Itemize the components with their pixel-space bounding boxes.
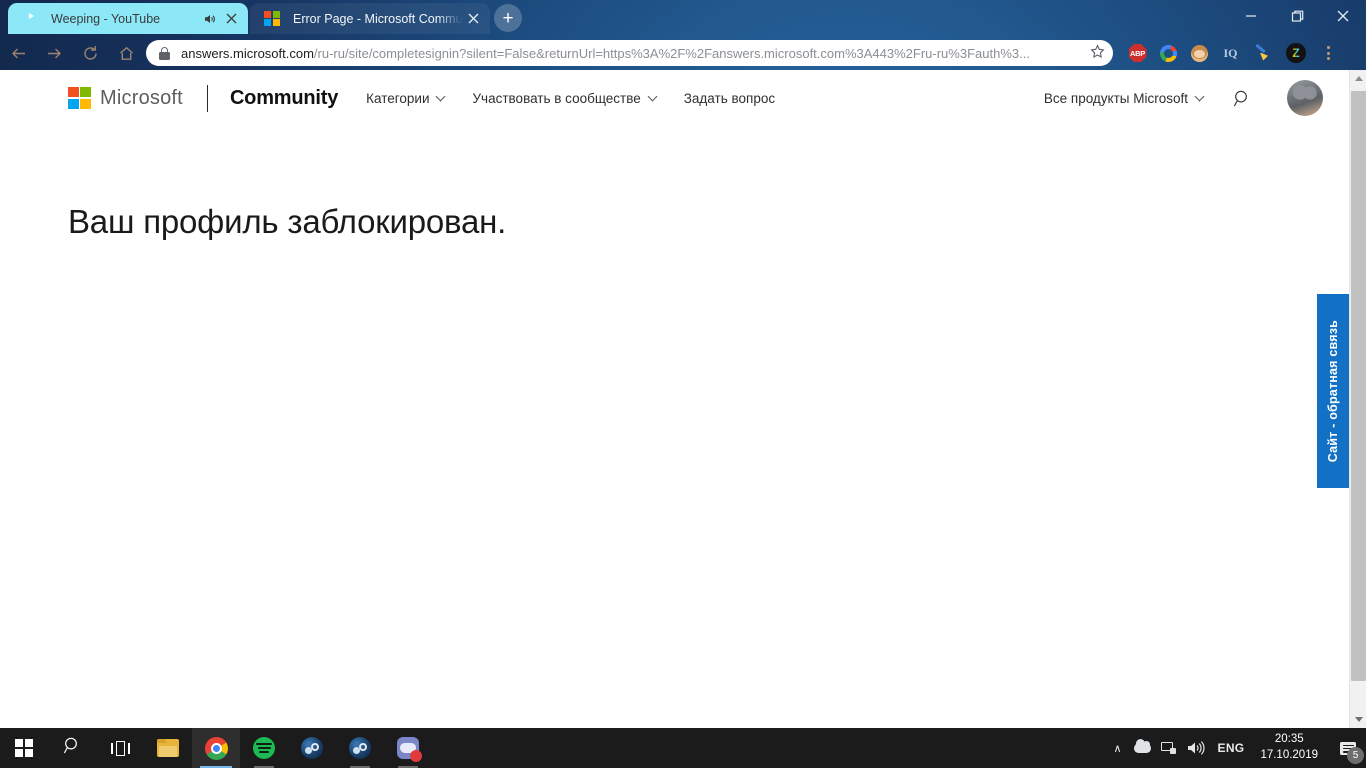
profile-avatar-button[interactable]: Z [1277,40,1315,66]
google-icon[interactable] [1153,40,1184,66]
steam-icon [301,737,323,759]
abp-label: ABP [1128,44,1147,62]
onedrive-cloud-icon[interactable] [1130,728,1156,768]
chrome-browser-window: Weeping - YouTube Error Page - Microsoft… [0,0,1366,728]
chrome-taskbar-button[interactable] [192,728,240,768]
url-text: answers.microsoft.com/ru-ru/site/complet… [181,46,1084,61]
folder-icon [157,739,179,757]
profile-letter: Z [1292,46,1300,60]
discord-icon [397,737,422,762]
chevron-down-icon [436,91,446,102]
windows-logo-icon [15,739,33,757]
search-icon [63,736,82,760]
header-right-group: Все продукты Microsoft [1044,80,1349,116]
page-viewport: Microsoft Community Категории Участвоват… [0,70,1366,728]
close-button[interactable] [1320,0,1366,32]
bookmark-star-icon[interactable] [1090,43,1105,63]
page-scrollbar[interactable] [1349,70,1366,728]
nav-label: Задать вопрос [683,90,776,106]
nav-label: Участвовать в сообществе [472,90,641,106]
url-domain: answers.microsoft.com [181,45,314,61]
steam-taskbar-button[interactable] [288,728,336,768]
windows-taskbar: ∧ ENG 20:35 17.10.2019 5 [0,728,1366,768]
reload-icon[interactable] [72,38,108,68]
monkey-extension-icon[interactable] [1184,40,1215,66]
community-brand[interactable]: Community [230,87,338,110]
language-indicator[interactable]: ENG [1210,728,1253,768]
address-bar[interactable]: answers.microsoft.com/ru-ru/site/complet… [146,40,1113,66]
scroll-down-arrow-icon[interactable] [1350,711,1366,728]
microsoft-logo-icon [68,86,91,110]
microsoft-wordmark: Microsoft [100,86,183,109]
discord-taskbar-button[interactable] [384,728,432,768]
maximize-button[interactable] [1274,0,1320,32]
nav-item-participate[interactable]: Участвовать в сообществе [472,90,658,106]
notification-count-badge: 5 [1347,747,1364,764]
file-explorer-button[interactable] [144,728,192,768]
spotify-taskbar-button[interactable] [240,728,288,768]
scroll-up-arrow-icon[interactable] [1350,70,1366,87]
scrollbar-thumb[interactable] [1351,91,1366,681]
tab-error-page-microsoft-community[interactable]: Error Page - Microsoft Communit [250,3,490,34]
clock-time: 20:35 [1274,733,1304,746]
taskbar-search-button[interactable] [48,728,96,768]
all-products-label: Все продукты Microsoft [1043,90,1188,106]
nav-item-ask-question[interactable]: Задать вопрос [684,91,775,106]
chevron-up-icon: ∧ [1113,742,1122,755]
volume-icon[interactable] [1182,728,1210,768]
new-tab-button[interactable]: + [494,4,522,32]
tab-close-icon[interactable] [220,8,242,30]
clock[interactable]: 20:35 17.10.2019 [1252,732,1330,763]
lock-icon [159,46,170,60]
home-icon[interactable] [108,38,144,68]
url-path: /ru-ru/site/completesignin?silent=False&… [313,45,1030,61]
adblock-plus-icon[interactable]: ABP [1122,40,1153,66]
youtube-icon [22,10,40,28]
window-controls [1228,0,1366,32]
microsoft-icon [264,10,282,28]
nav-label: Категории [366,90,430,106]
plus-icon: + [502,7,514,29]
chevron-down-icon [647,91,658,102]
forward-icon[interactable] [36,38,72,68]
steam-icon [349,737,371,759]
action-center-button[interactable]: 5 [1330,728,1366,768]
user-avatar[interactable] [1287,80,1323,116]
cleaner-broom-icon[interactable] [1246,40,1277,66]
clock-date: 17.10.2019 [1260,749,1318,761]
extension-toolbar: ABP IQ Z [1122,40,1341,66]
steam-2-taskbar-button[interactable] [336,728,384,768]
tab-weeping-youtube[interactable]: Weeping - YouTube [8,3,248,34]
spotify-icon [253,737,275,759]
site-header: Microsoft Community Категории Участвоват… [0,70,1349,126]
chrome-icon [204,736,228,760]
iq-extension-icon[interactable]: IQ [1215,40,1246,66]
system-tray: ∧ ENG 20:35 17.10.2019 5 [1106,728,1366,768]
tab-close-icon[interactable] [462,8,484,30]
back-icon[interactable] [0,38,36,68]
site-feedback-tab[interactable]: Сайт - обратная связь [1317,294,1349,488]
start-button[interactable] [0,728,48,768]
task-view-icon [110,740,130,756]
tab-audio-speaker-icon[interactable] [198,8,220,30]
tab-strip: Weeping - YouTube Error Page - Microsoft… [0,0,1366,36]
site-feedback-label: Сайт - обратная связь [1326,319,1340,463]
chevron-down-icon [1194,91,1205,102]
page-title: Ваш профиль заблокирован. [68,203,507,240]
iq-label: IQ [1223,45,1238,60]
tab-title: Weeping - YouTube [51,11,161,26]
task-view-button[interactable] [96,728,144,768]
nav-item-categories[interactable]: Категории [366,90,446,106]
minimize-button[interactable] [1228,0,1274,32]
search-icon[interactable] [1229,85,1255,111]
microsoft-logo[interactable]: Microsoft [68,86,183,110]
all-microsoft-products-menu[interactable]: Все продукты Microsoft [1043,90,1205,106]
header-divider [206,84,208,112]
network-icon[interactable] [1156,728,1182,768]
tab-title: Error Page - Microsoft Communit [293,11,462,26]
tray-show-hidden-icons-chevron[interactable]: ∧ [1106,728,1130,768]
kebab-menu-icon[interactable] [1315,40,1341,66]
